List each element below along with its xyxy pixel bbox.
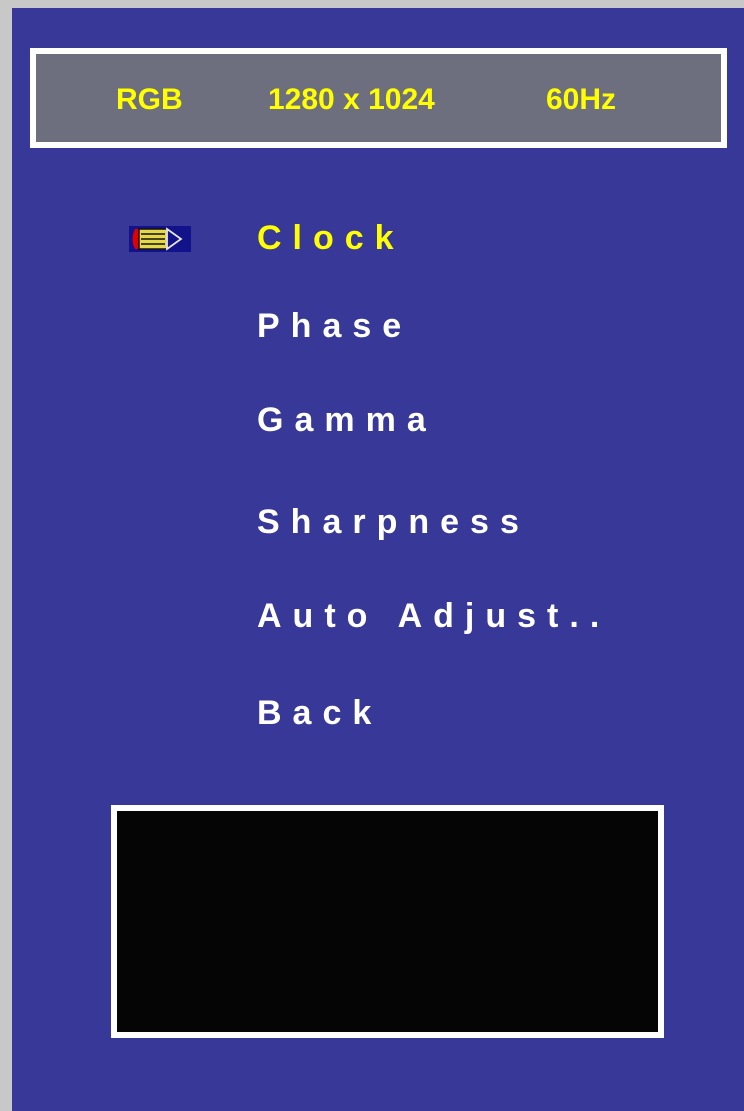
menu-item-back[interactable]: Back <box>257 693 382 733</box>
menu-item-sharpness[interactable]: Sharpness <box>257 502 530 542</box>
signal-type: RGB <box>116 83 183 116</box>
resolution-readout: 1280 x 1024 <box>268 83 435 116</box>
preview-window <box>111 805 664 1038</box>
menu-item-auto-adjust[interactable]: Auto Adjust.. <box>257 596 610 636</box>
menu-item-gamma[interactable]: Gamma <box>257 400 437 440</box>
menu-item-clock[interactable]: Clock <box>257 218 405 258</box>
pencil-icon <box>129 226 191 252</box>
osd-menu-panel: RGB 1280 x 1024 60Hz Clock Phase Gamma S… <box>12 8 744 1111</box>
refresh-rate: 60Hz <box>546 83 617 116</box>
signal-info-bar: RGB 1280 x 1024 60Hz <box>30 48 727 148</box>
menu-item-phase[interactable]: Phase <box>257 306 412 346</box>
